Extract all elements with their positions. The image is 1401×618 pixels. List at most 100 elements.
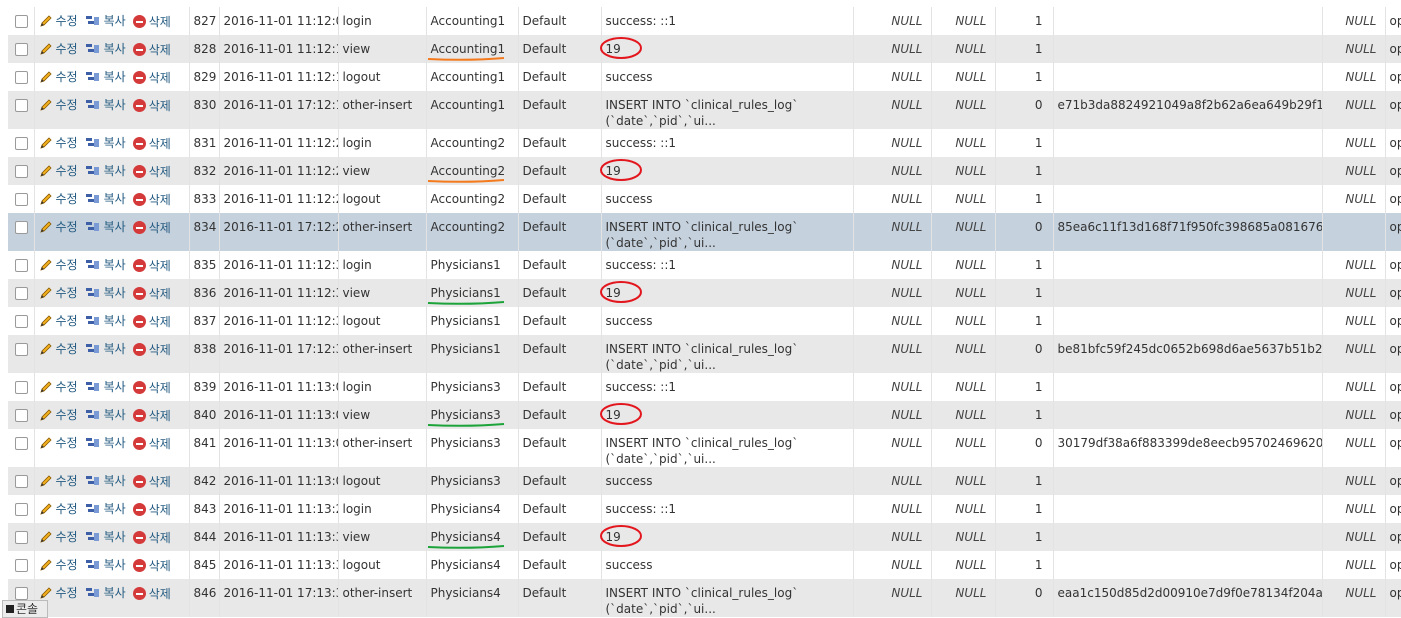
edit-button[interactable]: 수정	[39, 557, 78, 573]
null-cell[interactable]: NULL	[931, 279, 996, 307]
null-cell[interactable]: NULL	[853, 335, 932, 373]
id-cell[interactable]: 832	[189, 157, 220, 185]
user-cell[interactable]: Physicians1	[426, 307, 519, 335]
row-checkbox[interactable]	[15, 165, 28, 178]
crt-user-cell[interactable]: 1	[995, 495, 1054, 523]
event-cell[interactable]: other-insert	[338, 335, 427, 373]
user-cell[interactable]: Physicians1	[426, 279, 519, 307]
copy-button[interactable]: 복사	[85, 585, 126, 601]
delete-button[interactable]: 삭제	[132, 342, 171, 358]
table-row[interactable]: 수정 복사 삭제 8422016-11-01 11:13:09logoutPhysic…	[8, 467, 1401, 495]
delete-button[interactable]: 삭제	[132, 408, 171, 424]
table-row[interactable]: 수정 복사 삭제 8402016-11-01 11:13:04viewPhysicia…	[8, 401, 1401, 429]
copy-button[interactable]: 복사	[85, 13, 126, 29]
user-cell[interactable]: Physicians1	[426, 251, 519, 279]
group-cell[interactable]: Default	[518, 335, 602, 373]
id-cell[interactable]: 836	[189, 279, 220, 307]
user-cell[interactable]: Accounting1	[426, 91, 519, 129]
event-cell[interactable]: login	[338, 251, 427, 279]
comments-cell[interactable]: success: ::1	[601, 129, 854, 157]
checksum-cell[interactable]	[1053, 63, 1323, 91]
delete-button[interactable]: 삭제	[132, 98, 171, 114]
table-row[interactable]: 수정 복사 삭제 8452016-11-01 11:13:33logoutPhysic…	[8, 551, 1401, 579]
comments-cell[interactable]: success	[601, 551, 854, 579]
delete-button[interactable]: 삭제	[132, 314, 171, 330]
date-cell[interactable]: 2016-11-01 11:12:20	[219, 129, 339, 157]
trail-cell[interactable]: op	[1385, 35, 1401, 63]
edit-button[interactable]: 수정	[39, 501, 78, 517]
null-cell[interactable]: NULL	[931, 307, 996, 335]
null-cell[interactable]: NULL	[931, 373, 996, 401]
null-cell[interactable]: NULL	[931, 579, 996, 617]
id-cell[interactable]: 834	[189, 213, 220, 251]
event-cell[interactable]: view	[338, 523, 427, 551]
user-cell[interactable]: Accounting2	[426, 157, 519, 185]
date-cell[interactable]: 2016-11-01 11:12:23	[219, 157, 339, 185]
row-checkbox[interactable]	[15, 381, 28, 394]
comments-cell[interactable]: INSERT INTO `clinical_rules_log` (`date`…	[601, 335, 854, 373]
table-row[interactable]: 수정 복사 삭제 8432016-11-01 11:13:29loginPhysici…	[8, 495, 1401, 523]
checksum-cell[interactable]	[1053, 35, 1323, 63]
row-checkbox[interactable]	[15, 587, 28, 600]
comments-cell[interactable]: 19	[601, 157, 854, 185]
user-cell[interactable]: Accounting2	[426, 213, 519, 251]
crt-user-cell[interactable]: 0	[995, 335, 1054, 373]
event-cell[interactable]: other-insert	[338, 579, 427, 617]
delete-button[interactable]: 삭제	[132, 14, 171, 30]
row-checkbox[interactable]	[15, 287, 28, 300]
edit-button[interactable]: 수정	[39, 69, 78, 85]
null-cell[interactable]: NULL	[853, 401, 932, 429]
edit-button[interactable]: 수정	[39, 341, 78, 357]
null-cell[interactable]: NULL	[853, 495, 932, 523]
crt-user-cell[interactable]: 1	[995, 129, 1054, 157]
user-cell[interactable]: Physicians3	[426, 467, 519, 495]
event-cell[interactable]: view	[338, 401, 427, 429]
copy-button[interactable]: 복사	[85, 163, 126, 179]
patient-cell[interactable]: NULL	[1322, 495, 1386, 523]
delete-button[interactable]: 삭제	[132, 530, 171, 546]
edit-button[interactable]: 수정	[39, 529, 78, 545]
comments-cell[interactable]: 19	[601, 35, 854, 63]
null-cell[interactable]: NULL	[853, 523, 932, 551]
trail-cell[interactable]: op	[1385, 129, 1401, 157]
user-cell[interactable]: Accounting1	[426, 35, 519, 63]
crt-user-cell[interactable]: 1	[995, 551, 1054, 579]
checksum-cell[interactable]: be81bfc59f245dc0652b698d6ae5637b51b27a12	[1053, 335, 1323, 373]
checksum-cell[interactable]: 85ea6c11f13d168f71f950fc398685a0816768b1	[1053, 213, 1323, 251]
trail-cell[interactable]: op	[1385, 523, 1401, 551]
null-cell[interactable]: NULL	[931, 251, 996, 279]
copy-button[interactable]: 복사	[85, 473, 126, 489]
null-cell[interactable]: NULL	[931, 129, 996, 157]
delete-button[interactable]: 삭제	[132, 436, 171, 452]
null-cell[interactable]: NULL	[931, 467, 996, 495]
group-cell[interactable]: Default	[518, 129, 602, 157]
table-row[interactable]: 수정 복사 삭제 8352016-11-01 11:12:33loginPhysici…	[8, 251, 1401, 279]
crt-user-cell[interactable]: 1	[995, 401, 1054, 429]
row-checkbox[interactable]	[15, 43, 28, 56]
id-cell[interactable]: 843	[189, 495, 220, 523]
crt-user-cell[interactable]: 1	[995, 63, 1054, 91]
comments-cell[interactable]: INSERT INTO `clinical_rules_log` (`date`…	[601, 429, 854, 467]
user-cell[interactable]: Physicians4	[426, 579, 519, 617]
null-cell[interactable]: NULL	[853, 279, 932, 307]
row-checkbox[interactable]	[15, 137, 28, 150]
trail-cell[interactable]: op	[1385, 495, 1401, 523]
date-cell[interactable]: 2016-11-01 11:12:09	[219, 7, 339, 35]
comments-cell[interactable]: success	[601, 185, 854, 213]
id-cell[interactable]: 835	[189, 251, 220, 279]
copy-button[interactable]: 복사	[85, 69, 126, 85]
event-cell[interactable]: other-insert	[338, 213, 427, 251]
user-cell[interactable]: Accounting2	[426, 185, 519, 213]
trail-cell[interactable]: op	[1385, 213, 1401, 251]
null-cell[interactable]: NULL	[853, 35, 932, 63]
checksum-cell[interactable]	[1053, 157, 1323, 185]
delete-button[interactable]: 삭제	[132, 220, 171, 236]
checksum-cell[interactable]	[1053, 495, 1323, 523]
event-cell[interactable]: login	[338, 495, 427, 523]
edit-button[interactable]: 수정	[39, 97, 78, 113]
edit-button[interactable]: 수정	[39, 435, 78, 451]
table-row[interactable]: 수정 복사 삭제 8392016-11-01 11:13:00loginPhysici…	[8, 373, 1401, 401]
null-cell[interactable]: NULL	[853, 129, 932, 157]
event-cell[interactable]: view	[338, 157, 427, 185]
patient-cell[interactable]	[1322, 213, 1386, 251]
